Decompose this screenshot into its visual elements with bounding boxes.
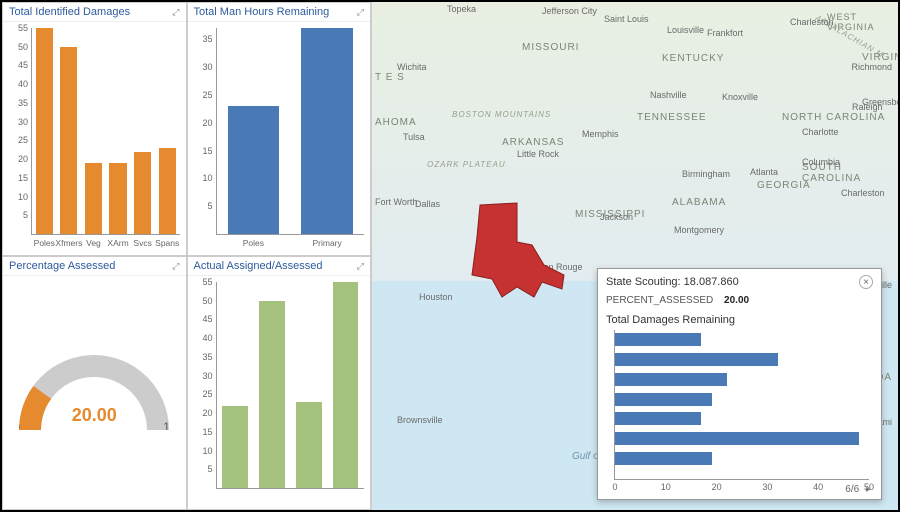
city-charleston: Charleston	[841, 188, 885, 198]
city-charlotte: Charlotte	[802, 127, 839, 137]
city-charlestonwv: Charleston	[790, 17, 834, 27]
city-houston: Houston	[419, 292, 453, 302]
panel-manhours: Total Man Hours Remaining ⤢ 510152025303…	[187, 2, 372, 256]
city-littlerock: Little Rock	[517, 149, 559, 159]
map-popup: State Scouting: 18.087.860 × PERCENT_ASS…	[597, 268, 882, 500]
manhours-chart: 5101520253035PolesPrimary	[188, 22, 371, 255]
city-memphis: Memphis	[582, 129, 619, 139]
panel-percent-title: Percentage Assessed	[9, 260, 115, 272]
popup-attr-label: PERCENT_ASSESSED	[606, 295, 713, 306]
expand-icon[interactable]: ⤢	[172, 261, 179, 272]
expand-icon[interactable]: ⤢	[357, 261, 364, 272]
panel-manhours-title: Total Man Hours Remaining	[194, 6, 330, 18]
popup-attr-value: 20.00	[724, 295, 749, 306]
mtn-ozark: OZARK PLATEAU	[427, 160, 506, 169]
state-alabama: ALABAMA	[672, 197, 726, 208]
map[interactable]: MISSOURI T E S AHOMA ARKANSAS TENNESSEE …	[372, 2, 898, 510]
gauge-chart: 0 100 20.00	[3, 276, 186, 509]
panel-percent: Percentage Assessed ⤢ 0 100 20.00	[2, 256, 187, 510]
city-frankfort: Frankfort	[707, 28, 743, 38]
actual-chart: 510152025303540455055	[188, 276, 371, 509]
city-saintlouis: Saint Louis	[604, 14, 649, 24]
panel-actual: Actual Assigned/Assessed ⤢ 5101520253035…	[187, 256, 372, 510]
state-ncarolina: NORTH CAROLINA	[782, 112, 885, 123]
city-columbia: Columbia	[802, 157, 840, 167]
state-tennessee: TENNESSEE	[637, 112, 707, 123]
city-richmond: Richmond	[851, 62, 892, 72]
city-dallas: Dallas	[415, 199, 440, 209]
city-topeka: Topeka	[447, 4, 476, 14]
city-tulsa: Tulsa	[403, 132, 425, 142]
panel-actual-title: Actual Assigned/Assessed	[194, 260, 323, 272]
city-louisville: Louisville	[667, 25, 704, 35]
city-atlanta: Atlanta	[750, 167, 778, 177]
state-ahoma: AHOMA	[375, 117, 417, 128]
panel-damages: Total Identified Damages ⤢ 5101520253035…	[2, 2, 187, 256]
expand-icon[interactable]: ⤢	[357, 7, 364, 18]
close-icon[interactable]: ×	[859, 275, 873, 289]
city-greensboro: Greensboro	[862, 97, 898, 107]
city-montgomery: Montgomery	[674, 225, 724, 235]
city-fortworth: Fort Worth	[375, 197, 417, 207]
popup-pager: 6/6	[845, 484, 859, 495]
city-birmingham: Birmingham	[682, 169, 730, 179]
gauge: 0 100 20.00	[19, 355, 169, 430]
highlight-louisiana[interactable]	[462, 197, 582, 317]
expand-icon[interactable]: ⤢	[172, 7, 179, 18]
mtn-boston: BOSTON MOUNTAINS	[452, 110, 551, 119]
panel-damages-title: Total Identified Damages	[9, 6, 130, 18]
city-brownsville: Brownsville	[397, 415, 443, 425]
city-jefferson: Jefferson City	[542, 6, 597, 16]
state-arkansas: ARKANSAS	[502, 137, 564, 148]
state-missouri: MISSOURI	[522, 42, 579, 53]
city-nashville: Nashville	[650, 90, 687, 100]
gauge-value: 20.00	[19, 405, 169, 426]
damages-chart: 510152025303540455055PolesXfmersVegXArmS…	[3, 22, 186, 255]
city-wichita: Wichita	[397, 62, 427, 72]
popup-chart: 01020304050	[614, 330, 869, 480]
city-jackson: Jackson	[600, 212, 633, 222]
popup-title: State Scouting: 18.087.860	[606, 276, 739, 288]
state-tes: T E S	[375, 72, 405, 83]
state-kentucky: KENTUCKY	[662, 53, 724, 64]
city-knoxville: Knoxville	[722, 92, 758, 102]
popup-chart-title: Total Damages Remaining	[606, 314, 873, 326]
